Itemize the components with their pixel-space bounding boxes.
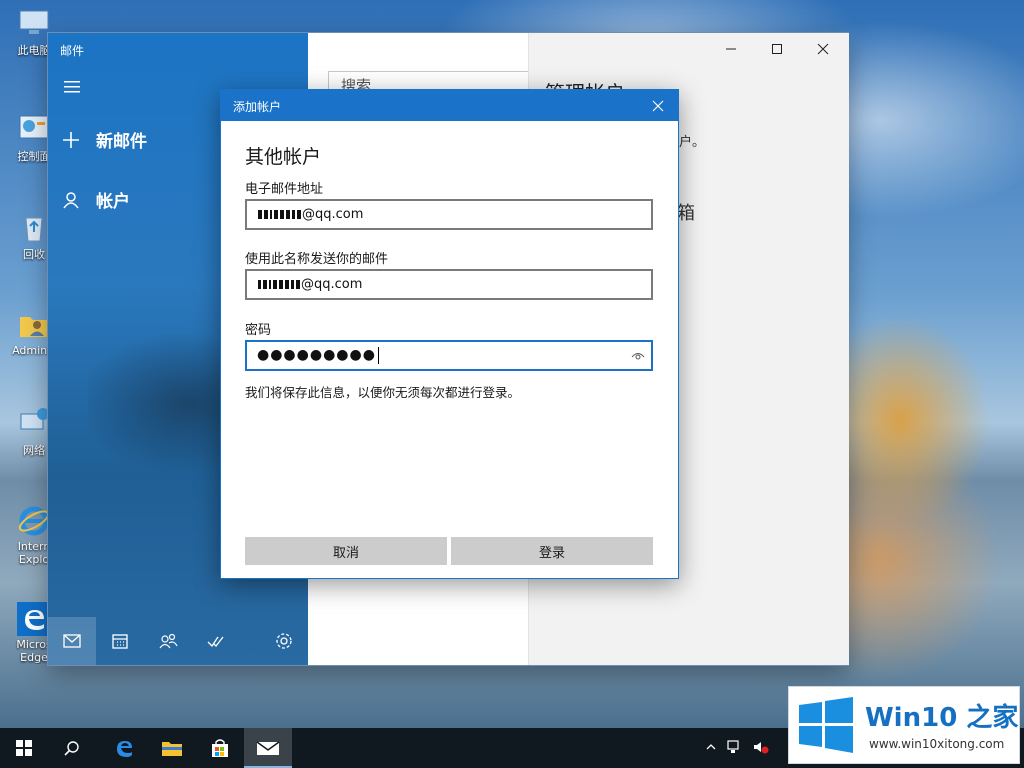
- dialog-title: 添加帐户: [233, 100, 282, 114]
- network-status-icon[interactable]: [727, 740, 743, 754]
- start-button[interactable]: [0, 728, 48, 768]
- sender-domain: @qq.com: [301, 277, 363, 292]
- text-caret: [377, 347, 379, 364]
- taskbar-search-button[interactable]: [48, 728, 96, 768]
- search-icon: [64, 741, 79, 756]
- mail-icon: [256, 741, 280, 755]
- user-folder-icon: [20, 317, 48, 337]
- recycle-bin-icon: [25, 217, 43, 242]
- sender-redacted-prefix: [257, 271, 301, 298]
- double-check-icon: [207, 636, 224, 648]
- minimize-icon: [726, 48, 736, 50]
- store-bag-icon: [212, 739, 228, 757]
- password-field[interactable]: ●●●●●●●●●: [245, 340, 653, 371]
- linked-inbox-link[interactable]: 箱: [677, 199, 695, 225]
- bottom-bar-spacer: [240, 617, 260, 665]
- dialog-heading: 其他帐户: [245, 146, 322, 168]
- new-mail-button[interactable]: 新邮件: [62, 127, 147, 152]
- folder-icon: [162, 742, 182, 756]
- settings-button[interactable]: [260, 617, 308, 665]
- person-icon: [63, 191, 79, 208]
- mail-bottom-bar: [48, 617, 308, 665]
- internet-explorer-icon: [18, 506, 50, 536]
- window-close-button[interactable]: [800, 33, 846, 65]
- new-mail-label: 新邮件: [96, 132, 147, 152]
- dialog-titlebar: 添加帐户: [221, 90, 678, 121]
- people-icon: [159, 633, 178, 649]
- sign-in-button[interactable]: 登录: [451, 537, 653, 565]
- taskbar-file-explorer-button[interactable]: [148, 728, 196, 768]
- calendar-switch-button[interactable]: [96, 617, 144, 665]
- gear-icon: [276, 633, 292, 649]
- maximize-icon: [772, 44, 782, 54]
- reveal-password-eye-icon[interactable]: [631, 349, 645, 363]
- password-dots: ●●●●●●●●●: [257, 347, 376, 363]
- email-field[interactable]: @qq.com: [245, 199, 653, 230]
- sender-name-label: 使用此名称发送你的邮件: [245, 252, 389, 267]
- control-panel-icon: [19, 115, 49, 139]
- mail-icon: [63, 634, 81, 648]
- app-title: 邮件: [60, 44, 85, 58]
- volume-muted-icon[interactable]: [753, 740, 769, 754]
- accounts-label: 帐户: [96, 192, 130, 212]
- accounts-button[interactable]: 帐户: [62, 187, 130, 212]
- windows-logo-icon: [16, 740, 32, 756]
- todo-switch-button[interactable]: [192, 617, 240, 665]
- dialog-close-button[interactable]: [646, 94, 670, 118]
- system-tray: [705, 740, 769, 754]
- computer-icon: [19, 10, 49, 34]
- sender-name-field[interactable]: @qq.com: [245, 269, 653, 300]
- chevron-up-icon[interactable]: [705, 741, 717, 753]
- manage-accounts-hint: 户。: [679, 135, 706, 150]
- taskbar-mail-button[interactable]: [244, 728, 292, 768]
- watermark-badge: Win10 之家 www.win10xitong.com: [788, 686, 1020, 764]
- email-domain: @qq.com: [302, 207, 364, 222]
- add-account-dialog: 添加帐户 其他帐户 电子邮件地址 @qq.com 使用此名称发送你的邮件 @qq…: [220, 89, 679, 579]
- mail-switch-button[interactable]: [48, 617, 96, 665]
- hamburger-menu-icon[interactable]: [62, 79, 82, 95]
- close-icon: [817, 43, 829, 55]
- windows-logo-icon: [799, 697, 853, 753]
- save-info-note: 我们将保存此信息，以便你无须每次都进行登录。: [245, 385, 521, 400]
- taskbar-edge-button[interactable]: [100, 728, 148, 768]
- edge-icon: [117, 741, 132, 757]
- watermark-title: Win10 之家: [865, 703, 1019, 733]
- watermark-url: www.win10xitong.com: [869, 737, 1005, 751]
- minimize-button[interactable]: [708, 33, 754, 65]
- network-icon: [20, 408, 49, 430]
- cancel-button[interactable]: 取消: [245, 537, 447, 565]
- plus-icon: [63, 131, 79, 148]
- edge-icon: [17, 602, 51, 636]
- taskbar-store-button[interactable]: [196, 728, 244, 768]
- email-redacted-prefix: [257, 201, 302, 228]
- people-switch-button[interactable]: [144, 617, 192, 665]
- calendar-icon: [112, 634, 128, 649]
- email-label: 电子邮件地址: [245, 182, 324, 197]
- password-label: 密码: [245, 323, 272, 338]
- close-icon: [652, 100, 664, 112]
- maximize-button[interactable]: [754, 33, 800, 65]
